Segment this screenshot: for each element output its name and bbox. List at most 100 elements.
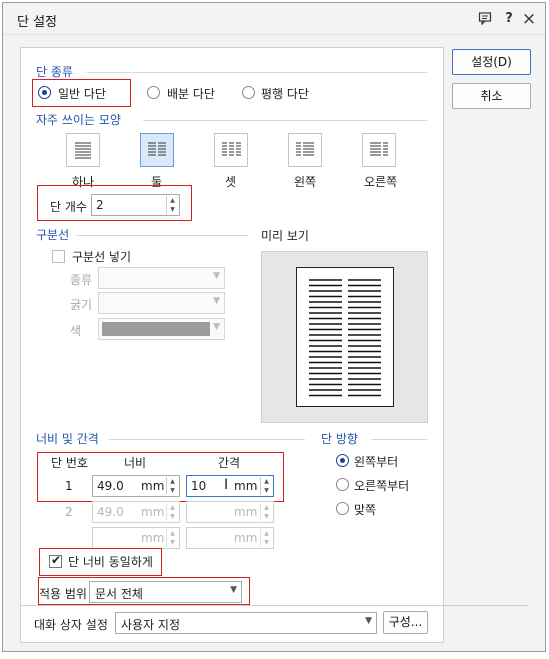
presets-label: 자주 쓰이는 모양 [36, 113, 121, 127]
section-divider [143, 120, 427, 121]
configure-button[interactable]: 구성... [383, 611, 428, 634]
column-count-input[interactable]: 2 ▲ ▼ [91, 194, 180, 216]
width-header: 너비 [124, 456, 147, 470]
apply-to-label: 적용 범위 [39, 587, 87, 601]
divider-color-label: 색 [70, 324, 82, 338]
section-divider [76, 235, 248, 236]
divider-type-label: 종류 [70, 273, 93, 287]
gap-value: 10 [191, 479, 207, 493]
width-spacing-label: 너비 및 간격 [36, 432, 99, 446]
equal-width-checkbox[interactable]: ✔ [49, 553, 62, 568]
unit-label: mm [234, 505, 258, 519]
radio-normal-columns[interactable] [38, 86, 51, 99]
radio-distributed-columns[interactable] [147, 86, 160, 99]
two-column-icon [148, 142, 166, 156]
radio-facing[interactable] [336, 502, 349, 515]
column-3-gap-input[interactable]: mm ▲ ▼ [186, 527, 274, 549]
column-1-gap-input[interactable]: 10 mm ▲ ▼ [186, 475, 274, 497]
dialog-settings-select[interactable]: 사용자 지정 ▼ [115, 612, 377, 634]
chevron-down-icon: ▼ [365, 616, 372, 626]
insert-divider-label: 구분선 넣기 [72, 250, 132, 264]
gap-header: 간격 [218, 456, 241, 470]
help-icon[interactable] [477, 11, 493, 27]
radio-right-to-left-label: 오른쪽부터 [354, 479, 410, 493]
column-number: 1 [65, 479, 73, 493]
dialog-settings-value: 사용자 지정 [121, 618, 181, 632]
title-bar: 단 설정 ? × [3, 3, 545, 35]
section-divider [87, 72, 427, 73]
radio-parallel-columns[interactable] [242, 86, 255, 99]
column-type-label: 단 종류 [36, 65, 73, 79]
preset-three-label: 셋 [225, 175, 237, 189]
width-spinner[interactable]: ▲ ▼ [166, 503, 178, 521]
gap-spinner[interactable]: ▲ ▼ [260, 503, 272, 521]
dialog-settings-label: 대화 상자 설정 [34, 618, 108, 632]
dialog-title: 단 설정 [17, 15, 58, 30]
column-count-spinner[interactable]: ▲ ▼ [166, 196, 178, 214]
divider-thickness-label: 굵기 [70, 298, 93, 312]
column-count-label: 단 개수 [50, 200, 87, 214]
column-number-header: 단 번호 [51, 456, 88, 470]
unit-label: mm [141, 505, 165, 519]
apply-to-value: 문서 전체 [95, 587, 143, 601]
unit-label: mm [141, 531, 165, 545]
radio-parallel-columns-label: 평행 다단 [261, 87, 309, 101]
apply-to-select[interactable]: 문서 전체 ▼ [89, 581, 242, 603]
cancel-button[interactable]: 취소 [452, 83, 531, 109]
three-column-icon [222, 142, 241, 156]
preset-right-column-button[interactable] [362, 133, 396, 167]
gap-spinner[interactable]: ▲ ▼ [260, 529, 272, 547]
chevron-down-icon: ▼ [213, 271, 220, 281]
close-button[interactable]: × [521, 11, 537, 28]
column-2-width-input[interactable]: 49.0 mm ▲ ▼ [92, 501, 180, 523]
width-spinner[interactable]: ▲ ▼ [166, 529, 178, 547]
width-value: 49.0 [97, 479, 124, 493]
section-divider [109, 439, 305, 440]
preset-one-column-button[interactable] [66, 133, 100, 167]
column-2-gap-input[interactable]: mm ▲ ▼ [186, 501, 274, 523]
preview-label: 미리 보기 [261, 229, 309, 243]
radio-left-to-right-label: 왼쪽부터 [354, 455, 399, 469]
chevron-down-icon: ▼ [213, 296, 220, 306]
preset-right-label: 오른쪽 [364, 175, 398, 189]
bottom-separator [20, 605, 528, 606]
preset-left-label: 왼쪽 [294, 175, 317, 189]
divider-color-select[interactable]: ▼ [98, 318, 225, 340]
chevron-down-icon: ▼ [230, 585, 237, 595]
radio-distributed-columns-label: 배분 다단 [167, 87, 215, 101]
text-cursor-icon: I [224, 477, 229, 493]
divider-thickness-select[interactable]: ▼ [98, 292, 225, 314]
checkmark-icon: ✔ [51, 553, 62, 567]
ok-button[interactable]: 설정(D) [452, 49, 531, 75]
width-spinner[interactable]: ▲ ▼ [166, 477, 178, 495]
column-settings-dialog: 단 설정 ? × 설정(D) 취소 단 종류 일반 다단 배분 다단 평행 다단… [2, 2, 546, 652]
preset-three-column-button[interactable] [214, 133, 248, 167]
radio-left-to-right[interactable] [336, 454, 349, 467]
question-button[interactable]: ? [501, 11, 517, 27]
insert-divider-checkbox[interactable] [52, 250, 65, 263]
settings-panel: 단 종류 일반 다단 배분 다단 평행 다단 자주 쓰이는 모양 하나 둘 셋 … [20, 47, 444, 643]
width-value: 49.0 [97, 505, 124, 519]
preset-two-column-button[interactable] [140, 133, 174, 167]
direction-label: 단 방향 [321, 432, 358, 446]
column-1-width-input[interactable]: 49.0 mm ▲ ▼ [92, 475, 180, 497]
unit-label: mm [234, 479, 258, 493]
preview-columns-graphic [309, 279, 381, 397]
column-number: 2 [65, 505, 73, 519]
right-column-icon [370, 142, 388, 156]
color-swatch [102, 322, 210, 336]
one-column-icon [75, 142, 91, 159]
radio-facing-label: 맞쪽 [354, 503, 377, 517]
chevron-down-icon: ▼ [213, 322, 220, 332]
equal-width-label: 단 너비 동일하게 [68, 555, 153, 569]
radio-right-to-left[interactable] [336, 478, 349, 491]
unit-label: mm [141, 479, 165, 493]
left-column-icon [296, 142, 314, 156]
divider-label: 구분선 [36, 228, 70, 242]
column-3-width-input[interactable]: mm ▲ ▼ [92, 527, 180, 549]
gap-spinner[interactable]: ▲ ▼ [260, 477, 272, 495]
divider-type-select[interactable]: ▼ [98, 267, 225, 289]
preset-left-column-button[interactable] [288, 133, 322, 167]
preview-page [296, 267, 394, 407]
unit-label: mm [234, 531, 258, 545]
